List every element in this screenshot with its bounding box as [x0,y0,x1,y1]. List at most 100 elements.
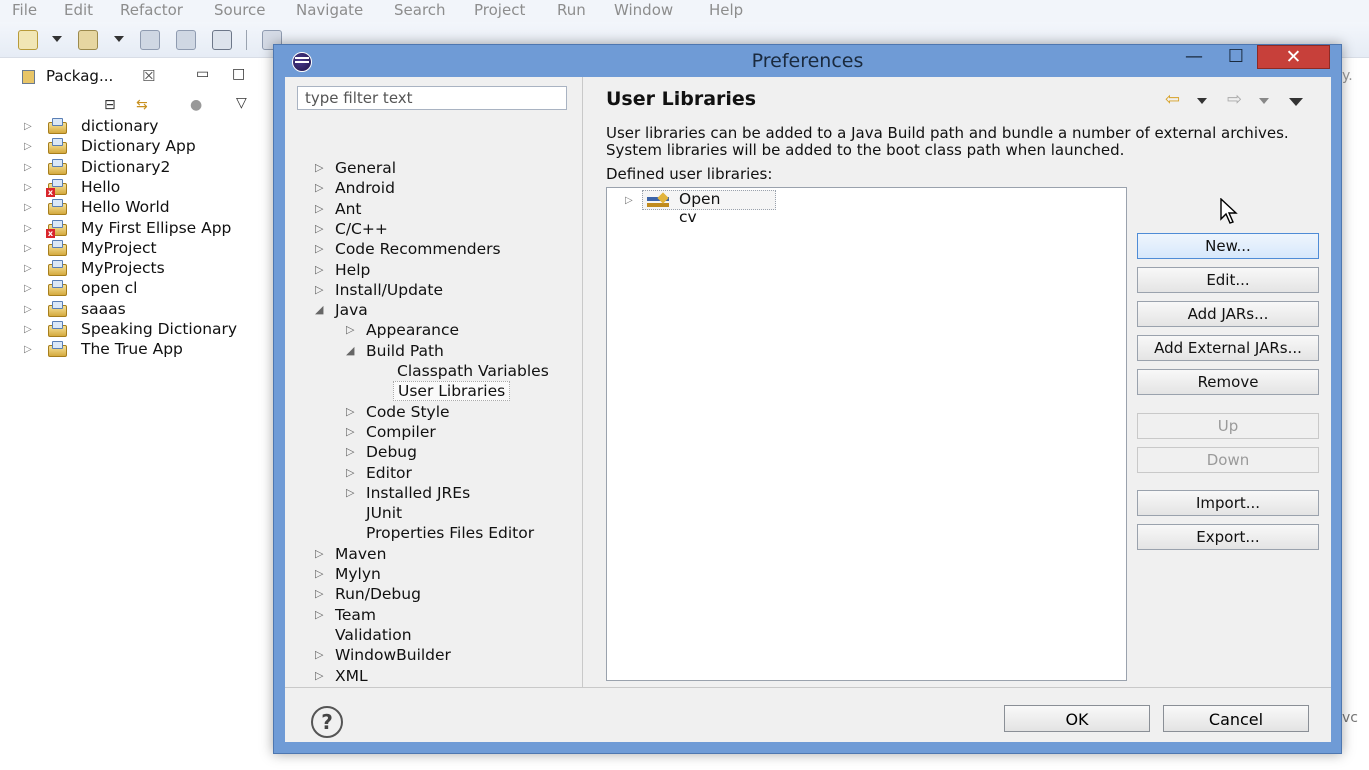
menu-run[interactable]: Run [557,1,586,19]
remove-button[interactable]: Remove [1137,369,1319,395]
filter-input[interactable] [297,86,567,110]
dialog-title-bar[interactable]: Preferences — ☐ ✕ [274,45,1341,77]
library-name: Open cv [679,190,721,226]
tree-item-label: WindowBuilder [335,646,451,665]
add-external-jars-button[interactable]: Add External JARs... [1137,335,1319,361]
forward-icon[interactable]: ⇨ [1227,89,1242,110]
expand-icon[interactable]: ▷ [315,263,323,276]
up-button[interactable]: Up [1137,413,1319,439]
expand-icon[interactable]: ▷ [346,405,354,418]
expand-icon[interactable]: ▷ [315,181,323,194]
add-jars-button[interactable]: Add JARs... [1137,301,1319,327]
cancel-button[interactable]: Cancel [1163,705,1309,732]
preferences-dialog: Preferences — ☐ ✕ ▷ General ▷ Android ▷ Ant ▷ C… [273,44,1342,754]
chevron-down-icon[interactable] [52,36,62,42]
java-project-icon [46,199,68,216]
save-all-icon[interactable] [176,30,196,50]
expand-icon[interactable]: ▷ [346,425,354,438]
minimize-view-icon[interactable]: ▭ [196,66,210,82]
expand-icon[interactable]: ▷ [24,324,32,335]
maximize-button[interactable]: ☐ [1221,47,1251,69]
expand-icon[interactable]: ▷ [24,283,32,294]
expand-icon[interactable]: ▷ [315,587,323,600]
project-name: Dictionary App [81,137,196,156]
expand-icon[interactable]: ▷ [24,182,32,193]
expand-icon[interactable]: ▷ [346,445,354,458]
tree-item-label: Appearance [366,321,460,340]
expand-icon[interactable]: ▷ [346,486,354,499]
expand-icon[interactable]: ▷ [315,648,323,661]
chevron-down-icon[interactable] [1259,98,1269,104]
menu-source[interactable]: Source [214,1,266,19]
tree-item-label: XML [335,666,368,685]
menu-window[interactable]: Window [614,1,673,19]
focus-icon[interactable]: ● [190,97,204,113]
link-editor-icon[interactable]: ⇆ [136,97,150,113]
expand-icon[interactable]: ▷ [24,121,32,132]
close-button[interactable]: ✕ [1257,45,1330,69]
back-icon[interactable]: ⇦ [1165,89,1180,110]
collapse-icon[interactable]: ◢ [346,344,354,357]
expand-icon[interactable]: ▷ [346,323,354,336]
expand-icon[interactable]: ▷ [315,567,323,580]
tree-item-label: General [335,159,397,177]
edit-button[interactable]: Edit... [1137,267,1319,293]
expand-icon[interactable]: ▷ [24,263,32,274]
new-icon[interactable] [18,30,38,50]
import-button[interactable]: Import... [1137,490,1319,516]
expand-icon[interactable]: ▷ [24,304,32,315]
save-icon[interactable] [140,30,160,50]
library-icon [647,192,669,207]
menu-search[interactable]: Search [394,1,446,19]
menu-refactor[interactable]: Refactor [120,1,183,19]
new-package-icon[interactable] [78,30,98,50]
expand-icon[interactable]: ▷ [315,161,323,174]
maximize-view-icon[interactable]: □ [232,66,246,82]
menu-project[interactable]: Project [474,1,525,19]
expand-icon[interactable]: ▷ [315,547,323,560]
expand-icon[interactable]: ▷ [315,669,323,682]
expand-icon[interactable]: ▷ [24,202,32,213]
export-button[interactable]: Export... [1137,524,1319,550]
collapse-icon[interactable]: ◢ [315,303,323,316]
tree-item-label: JUnit [366,504,403,523]
expand-icon[interactable]: ▷ [24,223,32,234]
print-icon[interactable] [212,30,232,50]
expand-icon[interactable]: ▷ [24,243,32,254]
ok-button[interactable]: OK [1004,705,1150,732]
tree-item-label: Help [335,260,371,279]
menu-edit[interactable]: Edit [64,1,93,19]
expand-icon[interactable]: ▷ [24,162,32,173]
user-libraries-list[interactable]: ▷ Open cv [606,187,1127,681]
close-icon[interactable]: ☒ [142,67,155,85]
menu-file[interactable]: File [12,1,37,19]
menu-navigate[interactable]: Navigate [296,1,363,19]
collapse-all-icon[interactable]: ⊟ [104,97,118,113]
project-name: MyProjects [81,259,165,278]
menu-help[interactable]: Help [709,1,743,19]
help-icon[interactable]: ? [311,706,343,738]
java-project-icon [46,239,68,257]
view-menu-icon[interactable] [1289,98,1303,106]
expand-icon[interactable]: ▷ [625,195,633,206]
chevron-down-icon[interactable] [114,36,124,42]
package-explorer-icon [22,70,35,84]
new-button[interactable]: New... [1137,233,1319,259]
package-explorer-tab[interactable]: Packag... ☒ [14,62,194,90]
minimize-button[interactable]: — [1179,47,1209,69]
expand-icon[interactable]: ▷ [346,466,354,479]
expand-icon[interactable]: ▷ [315,202,323,215]
expand-icon[interactable]: ▷ [315,222,323,235]
expand-icon[interactable]: ▷ [315,242,323,255]
down-button[interactable]: Down [1137,447,1319,473]
tree-item-label: Java [335,301,368,320]
expand-icon[interactable]: ▷ [315,283,323,296]
tree-item-label: Build Path [366,341,444,360]
java-project-icon [46,300,68,318]
expand-icon[interactable]: ▷ [315,608,323,621]
expand-icon[interactable]: ▷ [24,141,32,152]
expand-icon[interactable]: ▷ [24,344,32,355]
chevron-down-icon[interactable] [1197,98,1207,104]
view-menu-icon[interactable]: ▽ [236,95,250,111]
tree-item-label: Run/Debug [335,585,421,604]
